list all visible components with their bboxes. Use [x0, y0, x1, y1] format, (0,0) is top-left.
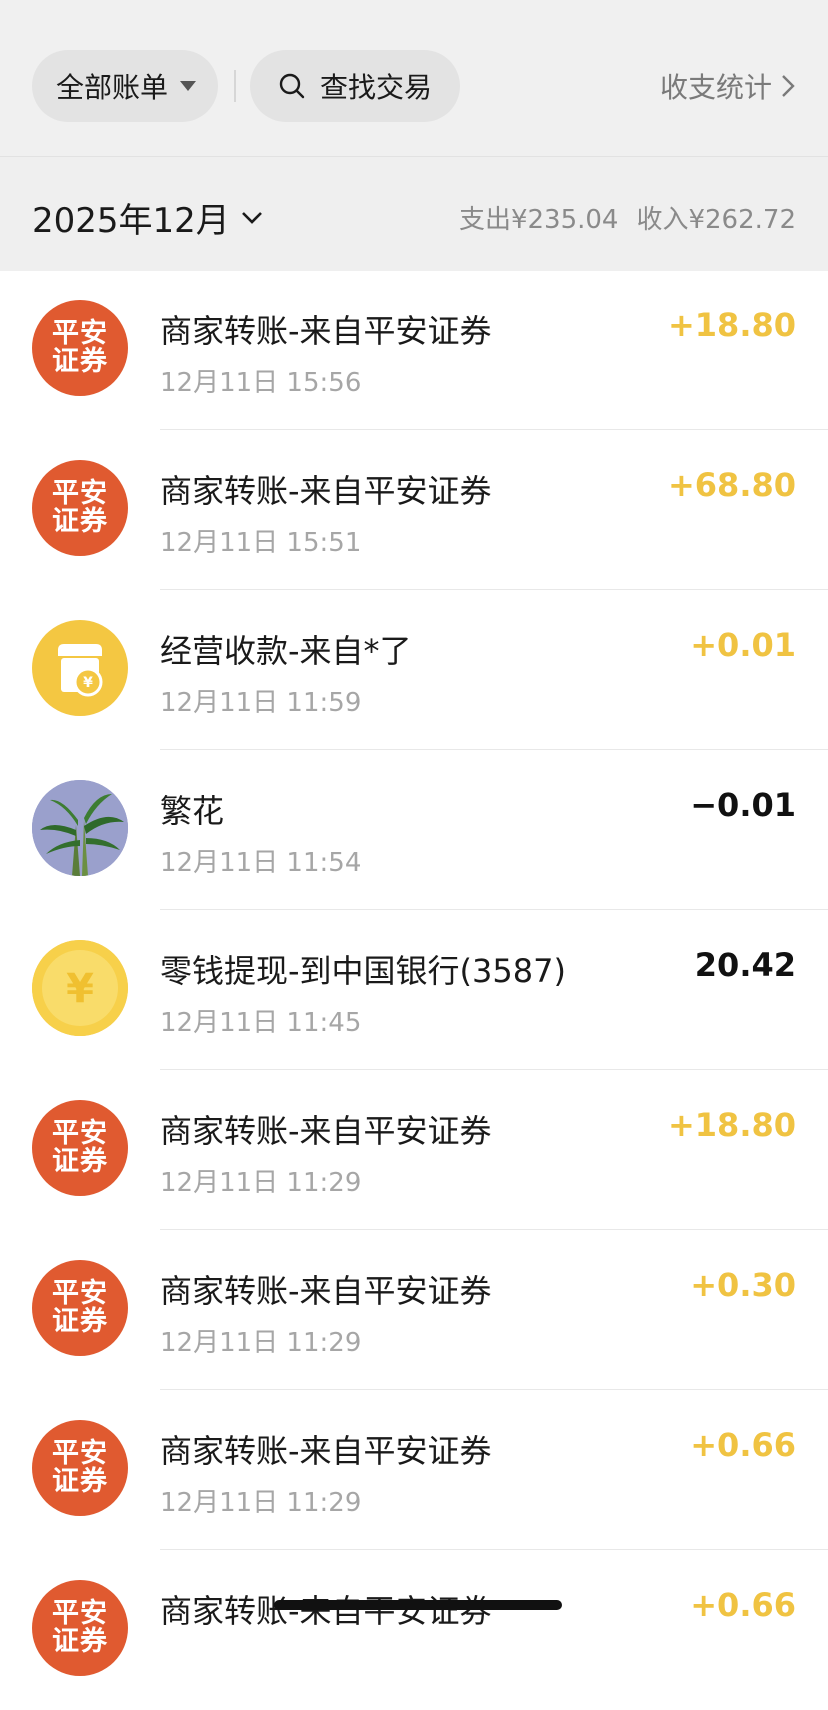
pingan-securities-logo-icon: 平安 证券: [32, 1100, 128, 1196]
transaction-row[interactable]: ¥ 零钱提现-到中国银行(3587) 12月11日 11:45 20.42: [0, 910, 828, 1070]
transaction-row[interactable]: ¥ 经营收款-来自*了 12月11日 11:59 +0.01: [0, 590, 828, 750]
month-label: 2025年12月: [32, 201, 230, 241]
pingan-securities-logo-icon: 平安 证券: [32, 460, 128, 556]
transaction-amount: +0.01: [690, 626, 796, 664]
transaction-row[interactable]: 平安 证券 商家转账-来自平安证券 12月11日 11:29 +0.66: [0, 1390, 828, 1550]
transaction-time: 12月11日 15:51: [160, 528, 362, 558]
bamboo-plant-avatar-icon: [32, 780, 128, 876]
transaction-time: 12月11日 11:29: [160, 1168, 362, 1198]
transaction-amount: −0.01: [690, 786, 796, 824]
transaction-time: 12月11日 15:56: [160, 368, 362, 398]
search-transactions-button[interactable]: 查找交易: [250, 50, 460, 122]
transaction-title: 商家转账-来自平安证券: [160, 1432, 492, 1470]
transaction-amount: +0.66: [690, 1586, 796, 1624]
stats-link[interactable]: 收支统计: [660, 66, 796, 106]
transaction-row[interactable]: 平安 证券 商家转账-来自平安证券 12月11日 15:51 +68.80: [0, 430, 828, 590]
transaction-title: 商家转账-来自平安证券: [160, 312, 492, 350]
transaction-row[interactable]: 平安 证券 商家转账-来自平安证券 +0.66: [0, 1550, 828, 1710]
svg-text:¥: ¥: [66, 966, 94, 1012]
bill-filter-dropdown[interactable]: 全部账单: [32, 50, 218, 122]
transaction-amount: +68.80: [667, 466, 796, 504]
transaction-time: 12月11日 11:54: [160, 848, 362, 878]
yuan-coin-icon: ¥: [32, 940, 128, 1036]
transaction-title: 零钱提现-到中国银行(3587): [160, 952, 566, 990]
caret-down-icon: [180, 81, 197, 91]
chevron-right-icon: [782, 75, 795, 97]
transaction-time: 12月11日 11:29: [160, 1488, 362, 1518]
transaction-list: 平安 证券 商家转账-来自平安证券 12月11日 15:56 +18.80 平安证…: [0, 270, 828, 1710]
search-label: 查找交易: [320, 71, 433, 104]
home-indicator: [274, 1600, 562, 1610]
transaction-row[interactable]: 平安 证券 商家转账-来自平安证券 12月11日 11:29 +18.80: [0, 1070, 828, 1230]
transaction-title: 商家转账-来自平安证券: [160, 472, 492, 510]
search-icon: [279, 73, 305, 99]
transaction-time: 12月11日 11:45: [160, 1008, 362, 1038]
expense-total: 支出¥235.04: [458, 205, 619, 235]
top-bar: 全部账单 查找交易 收支统计: [0, 0, 828, 156]
chevron-down-icon: [241, 211, 262, 224]
transaction-amount: +0.66: [690, 1426, 796, 1464]
month-selector[interactable]: 2025年12月: [32, 193, 264, 242]
pingan-securities-logo-icon: 平安 证券: [32, 300, 128, 396]
month-summary-bar: 2025年12月 支出¥235.04 收入¥262.72: [0, 156, 828, 271]
shop-payment-icon: ¥: [32, 620, 128, 716]
transaction-amount: +0.30: [690, 1266, 796, 1304]
transaction-amount: +18.80: [667, 1106, 796, 1144]
transaction-title: 商家转账-来自平安证券: [160, 1272, 492, 1310]
header-divider: [234, 70, 236, 102]
transaction-amount: 20.42: [694, 946, 796, 984]
transaction-title: 繁花: [160, 792, 225, 830]
transaction-amount: +18.80: [667, 306, 796, 344]
transaction-row[interactable]: 繁花 12月11日 11:54 −0.01: [0, 750, 828, 910]
pingan-securities-logo-icon: 平安 证券: [32, 1260, 128, 1356]
transaction-row[interactable]: 平安 证券 商家转账-来自平安证券 12月11日 11:29 +0.30: [0, 1230, 828, 1390]
bill-filter-label: 全部账单: [56, 71, 169, 104]
transaction-time: 12月11日 11:29: [160, 1328, 362, 1358]
svg-text:¥: ¥: [83, 675, 93, 691]
transaction-time: 12月11日 11:59: [160, 688, 362, 718]
stats-label: 收支统计: [659, 71, 772, 104]
transaction-title: 商家转账-来自平安证券: [160, 1112, 492, 1150]
pingan-securities-logo-icon: 平安 证券: [32, 1580, 128, 1676]
income-total: 收入¥262.72: [636, 205, 796, 235]
transaction-row[interactable]: 平安 证券 商家转账-来自平安证券 12月11日 15:56 +18.80: [0, 270, 828, 430]
month-totals: 支出¥235.04 收入¥262.72: [459, 199, 796, 236]
pingan-securities-logo-icon: 平安 证券: [32, 1420, 128, 1516]
transaction-title: 经营收款-来自*了: [160, 632, 412, 670]
